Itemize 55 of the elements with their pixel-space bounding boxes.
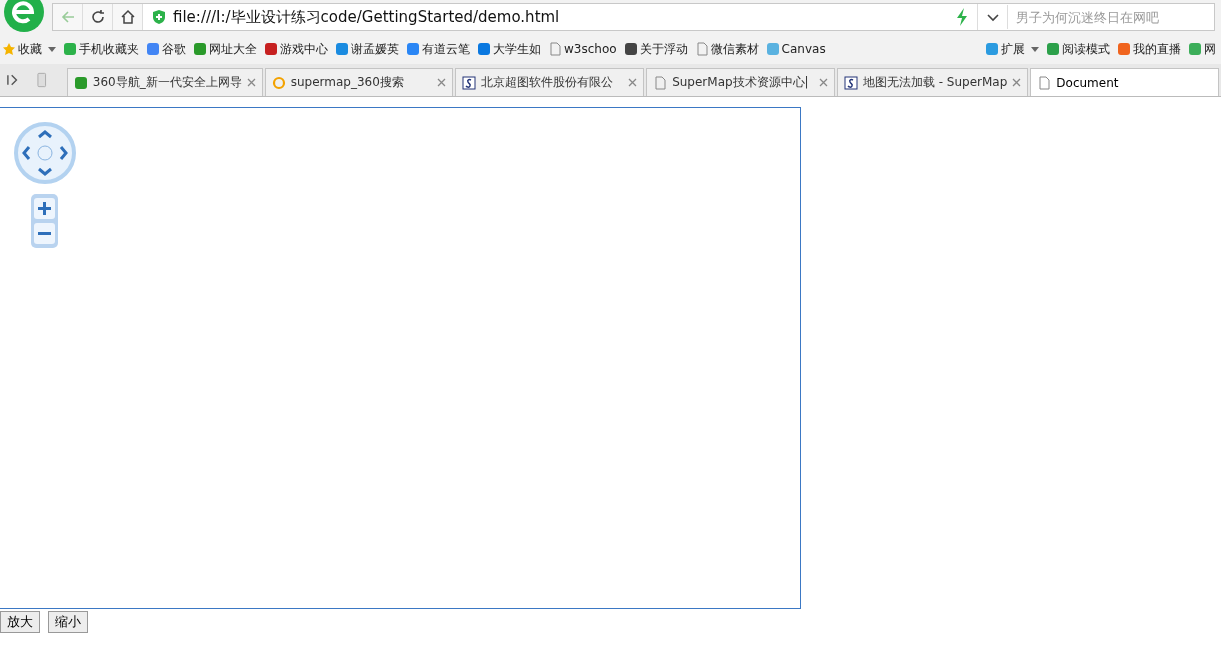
close-icon[interactable]: [628, 78, 638, 87]
bookmark-link[interactable]: Canvas: [763, 42, 831, 56]
browser-tab[interactable]: Document: [1030, 68, 1220, 96]
toolbar-link[interactable]: 扩展: [983, 40, 1030, 58]
bookmark-link[interactable]: 有道云笔: [404, 40, 475, 58]
tab-title: 北京超图软件股份有限公: [481, 74, 615, 91]
bookmark-link[interactable]: 谢孟媛英: [333, 40, 404, 58]
toolbar-link[interactable]: 网: [1186, 40, 1221, 58]
bookmark-link[interactable]: w3schoo: [546, 42, 622, 56]
close-icon[interactable]: [1012, 78, 1022, 87]
bookmark-link[interactable]: 手机收藏夹: [61, 40, 144, 58]
bookmark-link[interactable]: 大学生如: [475, 40, 546, 58]
sidebar-toggle-icon[interactable]: [6, 73, 20, 87]
zoom-button[interactable]: 缩小: [48, 611, 88, 633]
browser-tab[interactable]: 地图无法加载 - SuperMap: [836, 68, 1029, 96]
home-icon: [119, 9, 136, 25]
close-icon[interactable]: [246, 78, 256, 87]
bookmark-link[interactable]: 微信素材: [692, 40, 764, 58]
caret-icon[interactable]: [1030, 45, 1040, 53]
bookmark-link[interactable]: 网址大全: [191, 40, 262, 58]
zoom-in-icon[interactable]: [34, 198, 55, 219]
tab-title: supermap_360搜索: [290, 74, 405, 91]
lightning-icon[interactable]: [955, 8, 969, 26]
close-icon[interactable]: [818, 78, 828, 87]
page-icon: [694, 42, 709, 56]
bookmark-link[interactable]: 关于浮动: [621, 40, 693, 58]
zoom-button[interactable]: 放大: [0, 611, 40, 633]
url-text[interactable]: file:///I:/毕业设计练习code/GettingStarted/demo.html: [173, 7, 955, 27]
close-icon[interactable]: [437, 78, 447, 87]
pan-control-icon[interactable]: [14, 122, 76, 184]
caret-icon[interactable]: [47, 45, 57, 53]
s-icon: [462, 75, 477, 90]
star-icon: [2, 42, 16, 56]
toolbar-link[interactable]: 我的直播: [1115, 40, 1186, 58]
reload-button[interactable]: [83, 4, 113, 30]
home-button[interactable]: [113, 4, 143, 30]
browser-tab[interactable]: 北京超图软件股份有限公: [455, 68, 645, 96]
browser-tab[interactable]: 360导航_新一代安全上网导: [66, 68, 263, 96]
tab-title: 地图无法加载 - SuperMap: [862, 74, 1008, 91]
tab-title: SuperMap技术资源中心|: [672, 74, 810, 91]
s-icon: [843, 75, 858, 90]
tab-title: Document: [1056, 75, 1120, 90]
browser-tab[interactable]: SuperMap技术资源中心|: [646, 68, 835, 96]
bookmark-link[interactable]: 游戏中心: [262, 40, 333, 58]
bookmark-link[interactable]: 收藏: [0, 40, 47, 58]
toolbar-link[interactable]: 阅读模式: [1044, 40, 1115, 58]
bookmark-link[interactable]: 谷歌: [144, 40, 191, 58]
tab-title: 360导航_新一代安全上网导: [92, 74, 242, 91]
browser-tab[interactable]: supermap_360搜索: [264, 68, 454, 96]
back-arrow-icon: [59, 9, 76, 25]
page-icon: [1037, 75, 1052, 90]
zoom-out-icon[interactable]: [34, 223, 55, 244]
page-icon: [653, 75, 668, 90]
reload-icon: [89, 9, 106, 25]
page-icon: [548, 42, 562, 56]
